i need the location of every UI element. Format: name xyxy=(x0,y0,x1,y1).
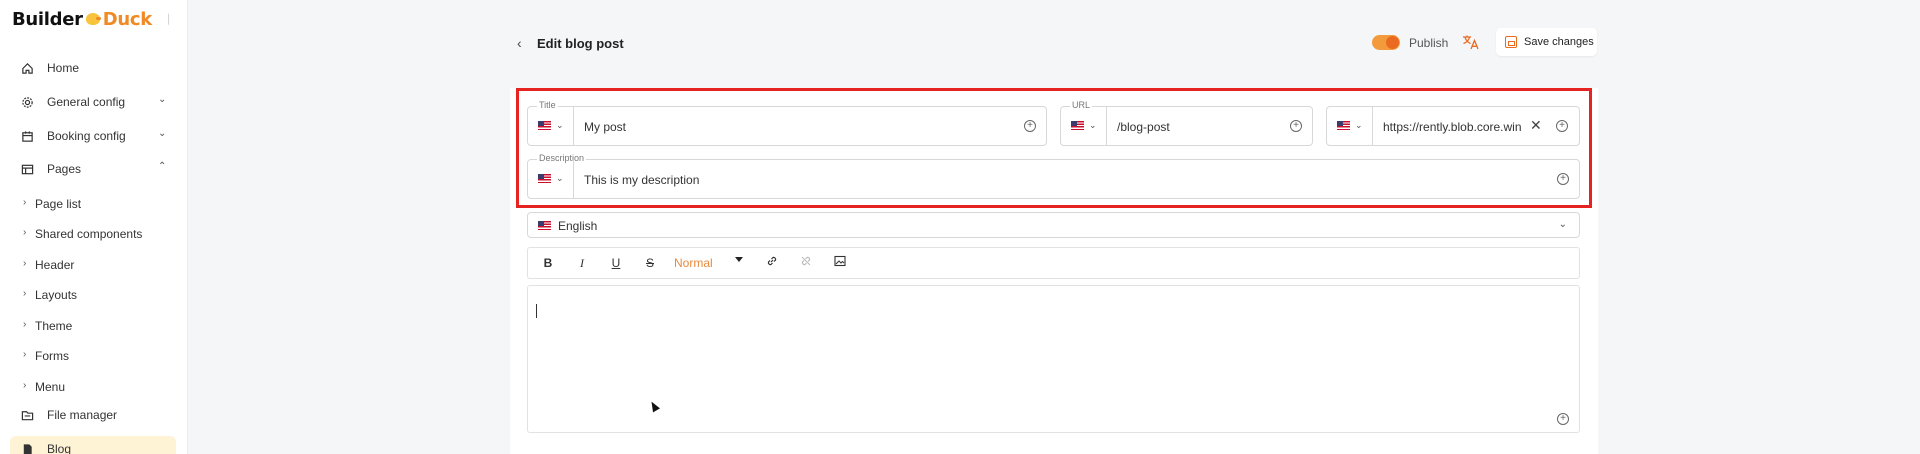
sidebar-subitem-theme[interactable]: › Theme xyxy=(0,315,188,337)
us-flag-icon xyxy=(1071,121,1084,130)
chevron-right-icon: › xyxy=(23,319,27,330)
sidebar-subitem-label: Header xyxy=(35,258,75,272)
image-icon[interactable] xyxy=(832,255,848,270)
title-language-selector[interactable]: ⌄ xyxy=(528,107,574,145)
chevron-down-icon: ⌄ xyxy=(158,128,167,139)
sidebar-subitem-label: Menu xyxy=(35,380,66,394)
link-icon[interactable] xyxy=(764,255,780,270)
save-icon xyxy=(1505,36,1517,48)
sidebar-subitem-label: Shared components xyxy=(35,227,143,241)
add-circle-icon[interactable]: + xyxy=(1557,413,1569,425)
chevron-right-icon: › xyxy=(23,197,27,208)
calendar-icon xyxy=(20,129,34,143)
pages-icon xyxy=(20,162,34,176)
sidebar-subitem-header[interactable]: › Header xyxy=(0,254,188,276)
folder-icon xyxy=(20,408,34,422)
save-changes-button[interactable]: Save changes xyxy=(1496,28,1597,56)
sidebar-subitem-menu[interactable]: › Menu xyxy=(0,376,188,398)
us-flag-icon xyxy=(1337,121,1350,130)
brand-name-part1: Builder xyxy=(12,9,83,30)
chevron-down-icon: ⌄ xyxy=(1558,219,1567,230)
editor-toolbar: B I U S Normal xyxy=(527,247,1580,279)
sidebar-item-booking-config[interactable]: Booking config ⌄ xyxy=(0,124,188,148)
image-url-field[interactable]: ⌄ https://rently.blob.core.win ✕ + xyxy=(1326,106,1580,146)
sidebar-item-label: Blog xyxy=(47,442,72,454)
title-input[interactable]: My post xyxy=(584,120,626,134)
document-icon xyxy=(20,442,34,454)
sidebar-item-home[interactable]: Home xyxy=(0,56,188,80)
page-title: Edit blog post xyxy=(537,36,624,51)
chevron-up-icon: ⌃ xyxy=(158,161,167,172)
add-circle-icon[interactable]: + xyxy=(1290,120,1302,132)
url-field[interactable]: URL ⌄ /blog-post + xyxy=(1060,100,1313,146)
text-format-select[interactable]: Normal xyxy=(674,256,713,270)
chevron-down-icon: ⌄ xyxy=(158,94,167,105)
strikethrough-button[interactable]: S xyxy=(642,256,658,270)
home-icon xyxy=(20,61,34,75)
sidebar-subitem-label: Layouts xyxy=(35,288,78,302)
sidebar-subitem-label: Theme xyxy=(35,319,73,333)
sidebar-item-pages[interactable]: Pages ⌃ xyxy=(0,157,188,181)
brand-logo[interactable]: Builder Duck xyxy=(12,9,152,30)
sidebar-item-general-config[interactable]: General config ⌄ xyxy=(0,90,188,114)
chevron-down-icon: ⌄ xyxy=(1089,120,1097,130)
collapse-sidebar-icon[interactable]: ❘ xyxy=(164,12,173,25)
sidebar-subitem-page-list[interactable]: › Page list xyxy=(0,193,188,215)
title-field[interactable]: Title ⌄ My post + xyxy=(527,100,1047,146)
url-language-selector[interactable]: ⌄ xyxy=(1061,107,1107,145)
image-url-language-selector[interactable]: ⌄ xyxy=(1327,107,1373,145)
back-button[interactable]: ‹ xyxy=(517,35,522,51)
sidebar-subitem-shared-components[interactable]: › Shared components xyxy=(0,223,188,245)
publish-toggle[interactable] xyxy=(1372,35,1400,50)
add-circle-icon[interactable]: + xyxy=(1024,120,1036,132)
us-flag-icon xyxy=(538,221,551,230)
unlink-icon[interactable] xyxy=(798,255,814,270)
sidebar-item-file-manager[interactable]: File manager xyxy=(0,403,188,427)
publish-label: Publish xyxy=(1409,36,1449,50)
save-changes-label: Save changes xyxy=(1524,36,1594,48)
chevron-right-icon: › xyxy=(23,258,27,269)
sidebar-item-label: File manager xyxy=(47,408,118,422)
translate-icon[interactable] xyxy=(1462,34,1480,50)
language-select-value: English xyxy=(558,219,598,233)
us-flag-icon xyxy=(538,121,551,130)
add-circle-icon[interactable]: + xyxy=(1557,173,1569,185)
language-select[interactable]: English ⌄ xyxy=(527,212,1580,238)
add-circle-icon[interactable]: + xyxy=(1556,120,1568,132)
rich-text-editor[interactable]: + xyxy=(527,285,1580,433)
description-field[interactable]: Description ⌄ This is my description + xyxy=(527,153,1580,199)
us-flag-icon xyxy=(538,174,551,183)
duck-logo-icon xyxy=(84,11,102,27)
bold-button[interactable]: B xyxy=(540,256,556,270)
text-caret xyxy=(536,304,537,318)
sidebar: Builder Duck ❘ Home General config ⌄ Book… xyxy=(0,0,188,454)
sidebar-item-label: Booking config xyxy=(47,129,126,143)
chevron-down-icon: ⌄ xyxy=(556,120,564,130)
sidebar-subitem-layouts[interactable]: › Layouts xyxy=(0,284,188,306)
chevron-right-icon: › xyxy=(23,288,27,299)
chevron-down-icon: ⌄ xyxy=(556,173,564,183)
underline-button[interactable]: U xyxy=(608,256,624,270)
chevron-down-icon: ⌄ xyxy=(1355,120,1363,130)
sidebar-item-label: Pages xyxy=(47,162,82,176)
sidebar-subitem-label: Page list xyxy=(35,197,82,211)
sidebar-item-label: General config xyxy=(47,95,126,109)
sidebar-item-blog-content[interactable]: Blog xyxy=(0,437,188,454)
chevron-right-icon: › xyxy=(23,380,27,391)
gear-icon xyxy=(20,95,34,109)
image-url-input[interactable]: https://rently.blob.core.win xyxy=(1383,120,1521,134)
sidebar-item-label: Home xyxy=(47,61,80,75)
caret-down-icon[interactable] xyxy=(735,257,743,262)
description-input[interactable]: This is my description xyxy=(584,173,699,187)
description-language-selector[interactable]: ⌄ xyxy=(528,160,574,198)
sidebar-subitem-label: Forms xyxy=(35,349,69,363)
url-input[interactable]: /blog-post xyxy=(1117,120,1170,134)
chevron-right-icon: › xyxy=(23,349,27,360)
sidebar-subitem-forms[interactable]: › Forms xyxy=(0,345,188,367)
chevron-right-icon: › xyxy=(23,227,27,238)
close-icon[interactable]: ✕ xyxy=(1530,117,1542,134)
italic-button[interactable]: I xyxy=(574,256,590,271)
brand-name-part2: Duck xyxy=(102,9,153,30)
